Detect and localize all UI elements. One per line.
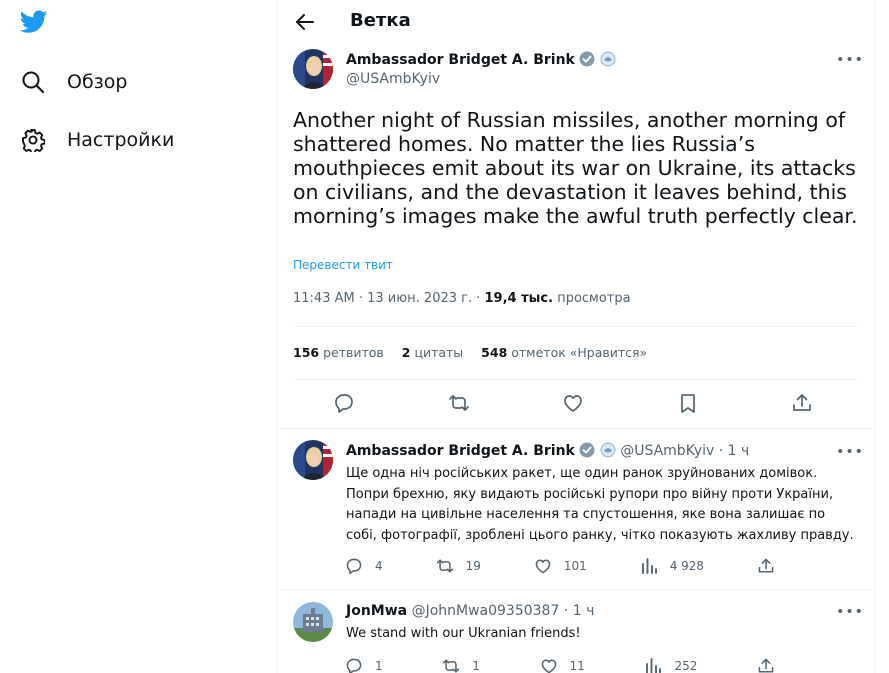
likes-label: отметок «Нравится» bbox=[507, 345, 648, 360]
like-count: 11 bbox=[569, 659, 585, 673]
share-icon bbox=[758, 658, 774, 673]
reply-count: 1 bbox=[375, 659, 383, 673]
reply-icon bbox=[346, 558, 362, 575]
tweet-text: Another night of Russian missiles, anoth… bbox=[293, 108, 858, 228]
views-count: 4 928 bbox=[669, 559, 705, 573]
retweet-button[interactable]: 19 bbox=[436, 557, 481, 575]
share-button[interactable] bbox=[757, 557, 775, 575]
views-button[interactable]: 252 bbox=[644, 657, 697, 673]
page-title: Ветка bbox=[350, 10, 411, 31]
sidebar-item-label: Настройки bbox=[67, 129, 175, 151]
like-button[interactable]: 101 bbox=[534, 557, 587, 575]
tweet-stats: 156 ретвитов 2 цитаты 548 отметок «Нрави… bbox=[293, 345, 647, 360]
author-handle[interactable]: @USAmbKyiv bbox=[620, 443, 714, 459]
retweet-count: 1 bbox=[472, 659, 480, 673]
translate-tweet-link[interactable]: Перевести твит bbox=[293, 258, 393, 272]
views-button[interactable]: 4 928 bbox=[640, 557, 704, 575]
government-seal-icon bbox=[600, 51, 616, 67]
reply-actions: 4 19 101 4 928 bbox=[345, 557, 775, 575]
reply-button[interactable]: 4 bbox=[345, 557, 383, 575]
divider bbox=[293, 326, 858, 327]
views-count: 19,4 тыс. bbox=[484, 291, 554, 306]
views-chart-icon bbox=[641, 558, 657, 574]
share-icon bbox=[758, 558, 774, 573]
thread-header: Ветка bbox=[277, 0, 874, 44]
quotes-stat[interactable]: 2 цитаты bbox=[402, 345, 463, 360]
share-icon[interactable] bbox=[791, 392, 813, 414]
main-tweet-author: Ambassador Bridget A. Brink bbox=[346, 51, 616, 68]
author-handle[interactable]: @JohnMwa09350387 bbox=[412, 603, 560, 619]
reply-count: 4 bbox=[375, 559, 383, 573]
back-button[interactable] bbox=[293, 10, 317, 34]
retweet-icon bbox=[436, 559, 453, 573]
reply-text: Ще одна ніч російських ракет, ще один ра… bbox=[346, 466, 854, 543]
reply-text: We stand with our Ukranian friends! bbox=[346, 626, 581, 641]
reply-icon[interactable] bbox=[333, 392, 355, 414]
retweets-label: ретвитов bbox=[319, 345, 384, 360]
twitter-bird-icon[interactable] bbox=[19, 10, 50, 36]
avatar[interactable] bbox=[293, 49, 333, 89]
likes-stat[interactable]: 548 отметок «Нравится» bbox=[481, 345, 647, 360]
reply-button[interactable]: 1 bbox=[345, 657, 383, 673]
search-icon bbox=[20, 69, 46, 95]
retweet-icon[interactable] bbox=[448, 392, 470, 414]
views-count: 252 bbox=[674, 659, 698, 673]
reply-icon bbox=[346, 658, 362, 673]
views-chart-icon bbox=[646, 658, 662, 673]
sidebar-item-label: Обзор bbox=[67, 71, 128, 93]
tweet-meta: 11:43 AM · 13 июн. 2023 г. · 19,4 тыс. п… bbox=[293, 291, 631, 306]
like-heart-icon bbox=[541, 659, 556, 673]
reply-time[interactable]: · 1 ч bbox=[559, 603, 595, 619]
sidebar-item-settings[interactable]: Настройки bbox=[20, 124, 174, 156]
retweet-icon bbox=[443, 659, 460, 673]
thread-column: Ветка Ambassador Bridget A. Brink @USAmb… bbox=[276, 0, 875, 673]
reply-actions: 1 1 11 252 bbox=[345, 657, 775, 673]
avatar[interactable] bbox=[293, 602, 333, 642]
arrow-left-icon bbox=[296, 14, 314, 30]
author-name[interactable]: JonMwa bbox=[346, 603, 407, 619]
like-button[interactable]: 11 bbox=[540, 657, 585, 673]
more-options-icon[interactable]: ••• bbox=[836, 50, 863, 70]
tweet-timestamp[interactable]: 11:43 AM · 13 июн. 2023 г. · bbox=[293, 291, 485, 306]
retweet-count: 19 bbox=[465, 559, 481, 573]
tweet-actions bbox=[333, 392, 813, 414]
reply-time[interactable]: · 1 ч bbox=[714, 443, 750, 459]
views-label: просмотра bbox=[553, 291, 631, 306]
more-options-icon[interactable]: ••• bbox=[836, 442, 863, 462]
gear-icon bbox=[20, 127, 46, 153]
likes-count: 548 bbox=[481, 345, 508, 360]
verified-badge-icon bbox=[579, 442, 595, 458]
more-options-icon[interactable]: ••• bbox=[836, 602, 863, 622]
like-count: 101 bbox=[563, 559, 587, 573]
left-sidebar: Обзор Настройки bbox=[0, 0, 276, 673]
like-heart-icon[interactable] bbox=[562, 392, 584, 414]
author-handle[interactable]: @USAmbKyiv bbox=[346, 71, 440, 87]
sidebar-item-explore[interactable]: Обзор bbox=[20, 66, 127, 98]
author-name[interactable]: Ambassador Bridget A. Brink bbox=[346, 443, 575, 459]
share-button[interactable] bbox=[757, 657, 775, 673]
divider bbox=[293, 379, 858, 380]
bookmark-icon[interactable] bbox=[677, 392, 699, 414]
retweet-button[interactable]: 1 bbox=[442, 657, 480, 673]
avatar[interactable] bbox=[293, 440, 333, 480]
reply-author-row: Ambassador Bridget A. Brink @USAmbKyiv ·… bbox=[346, 442, 749, 459]
retweets-count: 156 bbox=[293, 345, 320, 360]
government-seal-icon bbox=[600, 442, 616, 458]
divider bbox=[277, 428, 874, 429]
author-name[interactable]: Ambassador Bridget A. Brink bbox=[346, 52, 575, 68]
verified-badge-icon bbox=[579, 51, 595, 67]
like-heart-icon bbox=[535, 559, 551, 574]
divider bbox=[277, 589, 874, 590]
quotes-label: цитаты bbox=[410, 345, 464, 360]
retweets-stat[interactable]: 156 ретвитов bbox=[293, 345, 384, 360]
main-tweet-handle-row: @USAmbKyiv bbox=[346, 71, 440, 87]
reply-author-row: JonMwa @JohnMwa09350387 · 1 ч bbox=[346, 603, 594, 619]
